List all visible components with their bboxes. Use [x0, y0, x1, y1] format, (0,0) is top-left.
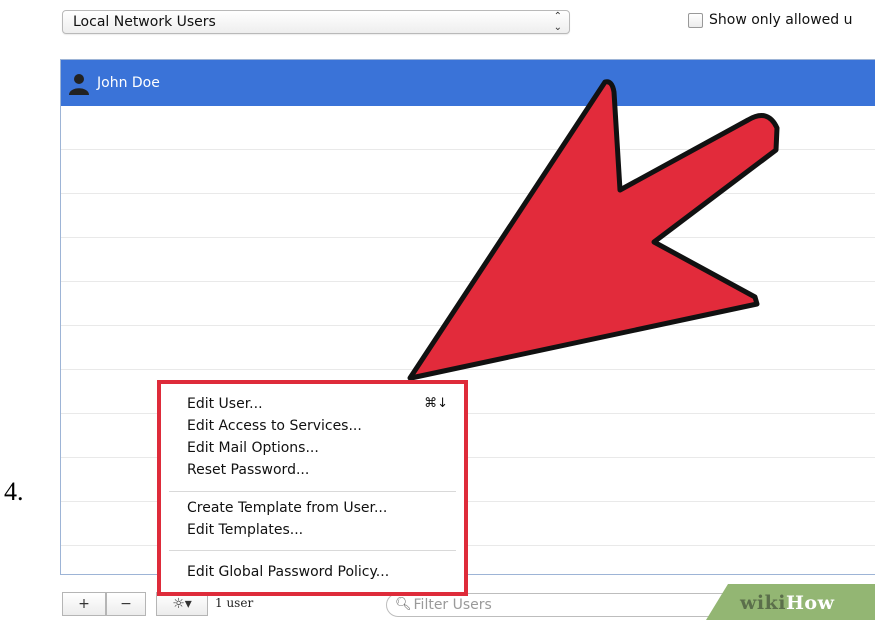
- watermark-how: How: [785, 592, 835, 614]
- menu-item-edit-user[interactable]: Edit User...: [187, 396, 263, 412]
- menu-separator: [169, 491, 456, 492]
- menu-item-create-template[interactable]: Create Template from User...: [187, 500, 387, 516]
- menu-item-edit-global-password-policy[interactable]: Edit Global Password Policy...: [187, 564, 389, 580]
- menu-item-reset-password[interactable]: Reset Password...: [187, 462, 309, 478]
- menu-separator: [169, 550, 456, 551]
- user-action-menu: Edit User... ⌘↓ Edit Access to Services.…: [157, 380, 468, 596]
- wikihow-watermark: wikiHow: [740, 592, 834, 614]
- menu-item-edit-access[interactable]: Edit Access to Services...: [187, 418, 362, 434]
- menu-item-edit-templates[interactable]: Edit Templates...: [187, 522, 303, 538]
- watermark-wiki: wiki: [740, 592, 786, 614]
- menu-item-edit-mail-options[interactable]: Edit Mail Options...: [187, 440, 319, 456]
- edit-user-shortcut: ⌘↓: [424, 396, 448, 411]
